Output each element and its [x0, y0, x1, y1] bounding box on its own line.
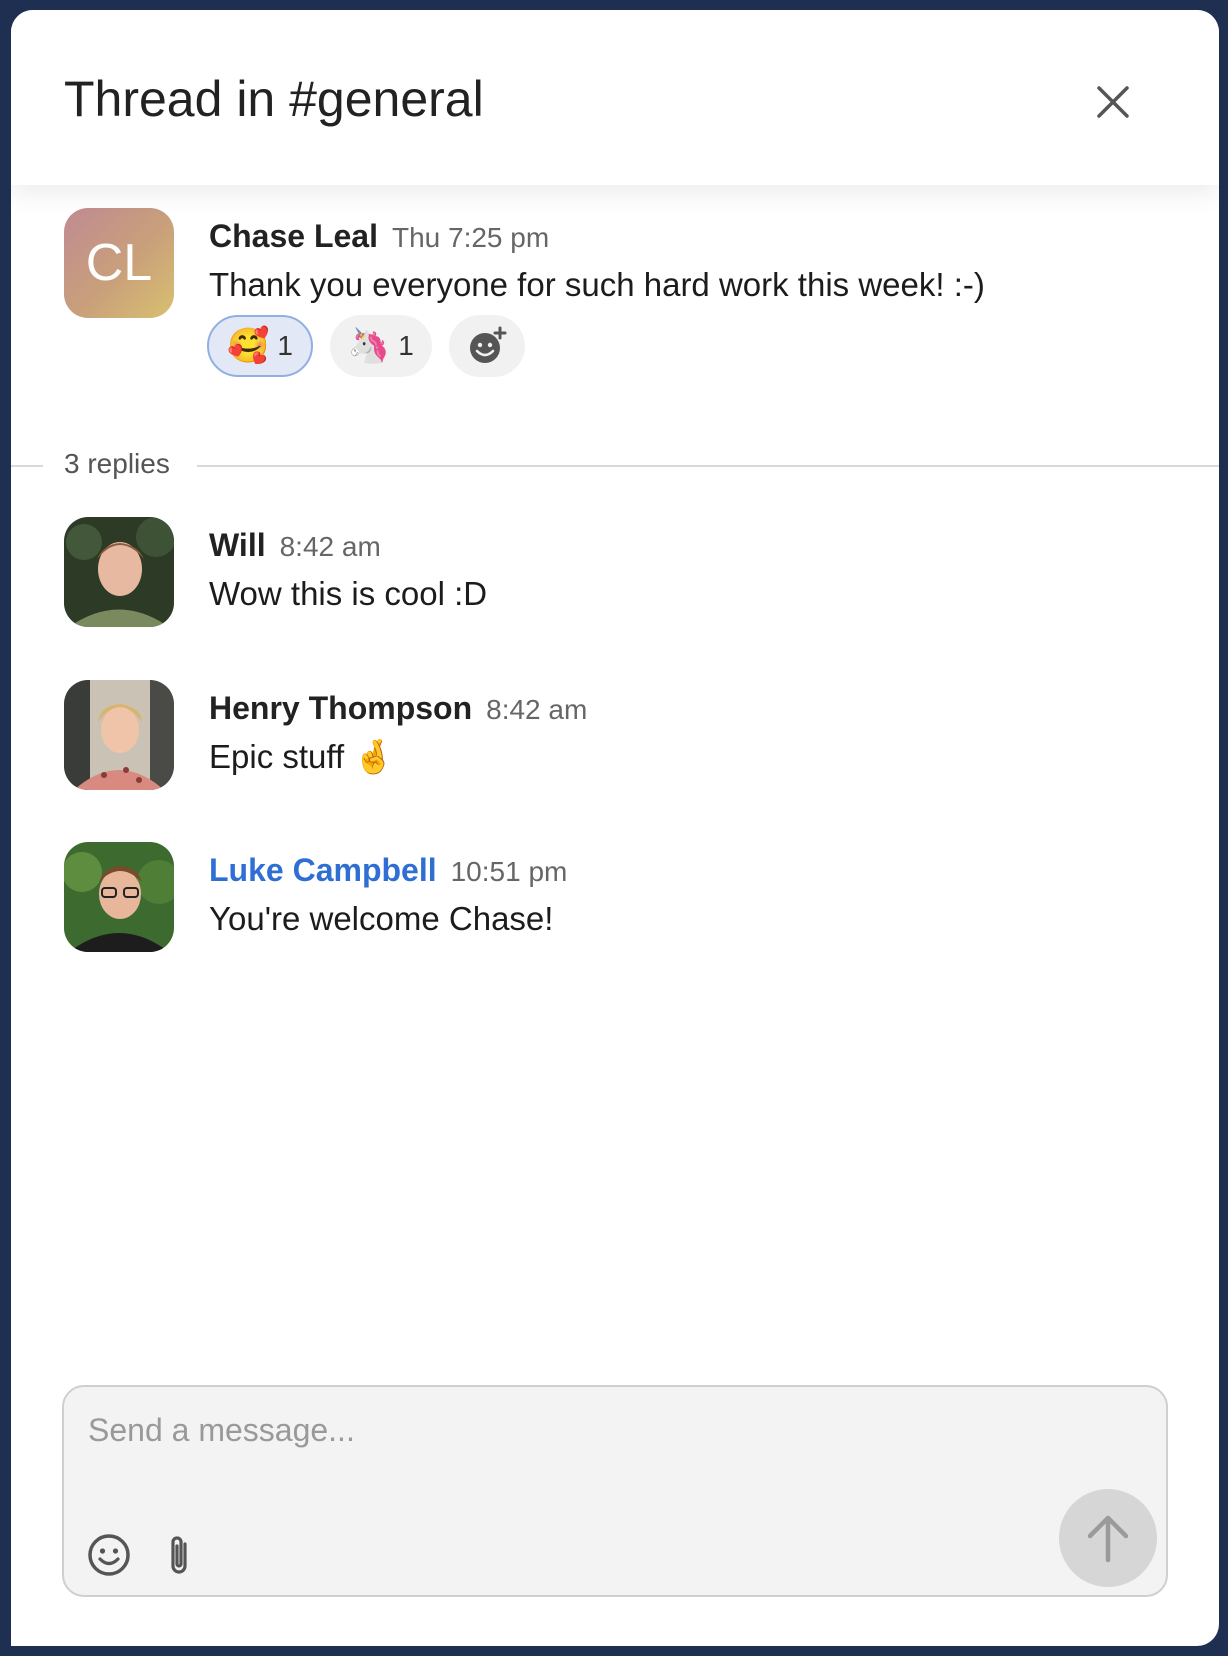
- message-meta: Will 8:42 am: [209, 527, 381, 564]
- avatar-initials: CL: [85, 234, 153, 292]
- avatar-photo: [64, 680, 174, 790]
- replies-divider: 3 replies: [11, 446, 1219, 486]
- avatar-photo: [64, 517, 174, 627]
- smiley-icon: [88, 1534, 130, 1576]
- thread-panel: Thread in #general CL Chase Leal Thu 7:25…: [11, 10, 1219, 1646]
- thread-header: Thread in #general: [11, 10, 1219, 185]
- add-emoji-icon: [469, 326, 507, 363]
- reply-message: Henry Thompson 8:42 am Epic stuff 🤞: [64, 680, 1164, 795]
- reactions-bar: 🥰 1 🦄 1: [207, 315, 525, 377]
- reply-message: Luke Campbell 10:51 pm You're welcome Cha…: [64, 842, 1164, 957]
- paperclip-icon: [171, 1536, 187, 1574]
- author-name[interactable]: Chase Leal: [209, 218, 378, 254]
- reaction-count: 1: [398, 330, 414, 361]
- add-reaction-button[interactable]: [448, 315, 525, 377]
- avatar[interactable]: [64, 680, 174, 790]
- reply-message: Will 8:42 am Wow this is cool :D: [64, 517, 1164, 632]
- timestamp: 8:42 am: [486, 694, 588, 725]
- message-input[interactable]: [88, 1409, 988, 1451]
- arrow-up-icon: [1087, 1515, 1129, 1563]
- message-text: You're welcome Chase!: [209, 900, 554, 937]
- message-composer: [62, 1385, 1168, 1597]
- timestamp: 10:51 pm: [450, 856, 568, 887]
- message-text: Wow this is cool :D: [209, 575, 488, 612]
- close-button[interactable]: [1091, 80, 1135, 124]
- author-name[interactable]: Henry Thompson: [209, 690, 472, 726]
- author-name[interactable]: Will: [209, 527, 266, 563]
- thread-title: Thread in #general: [64, 71, 484, 127]
- unicorn-icon: 🦄: [347, 327, 391, 365]
- send-button[interactable]: [1059, 1489, 1157, 1587]
- replies-count: 3 replies: [64, 448, 170, 479]
- reaction-count: 1: [277, 330, 293, 361]
- message-meta: Chase Leal Thu 7:25 pm: [209, 218, 549, 255]
- author-name[interactable]: Luke Campbell: [209, 852, 437, 888]
- avatar[interactable]: [64, 517, 174, 627]
- avatar-photo: [64, 842, 174, 952]
- message-meta: Henry Thompson 8:42 am: [209, 690, 587, 727]
- message-meta: Luke Campbell 10:51 pm: [209, 852, 567, 889]
- message-text: Epic stuff 🤞: [209, 738, 395, 775]
- reaction-unicorn[interactable]: 🦄 1: [329, 315, 432, 377]
- close-icon: [1097, 86, 1129, 118]
- emoji-picker-button[interactable]: [86, 1532, 132, 1578]
- timestamp: 8:42 am: [279, 531, 381, 562]
- avatar[interactable]: [64, 842, 174, 952]
- timestamp: Thu 7:25 pm: [391, 222, 550, 253]
- smiling-face-hearts-icon: 🥰: [227, 327, 270, 365]
- attach-button[interactable]: [156, 1532, 202, 1578]
- reaction-smiling-hearts[interactable]: 🥰 1: [207, 315, 313, 377]
- message-text: Thank you everyone for such hard work th…: [209, 266, 985, 303]
- avatar[interactable]: CL: [64, 208, 174, 318]
- parent-message: CL Chase Leal Thu 7:25 pm Thank you every…: [64, 208, 1164, 388]
